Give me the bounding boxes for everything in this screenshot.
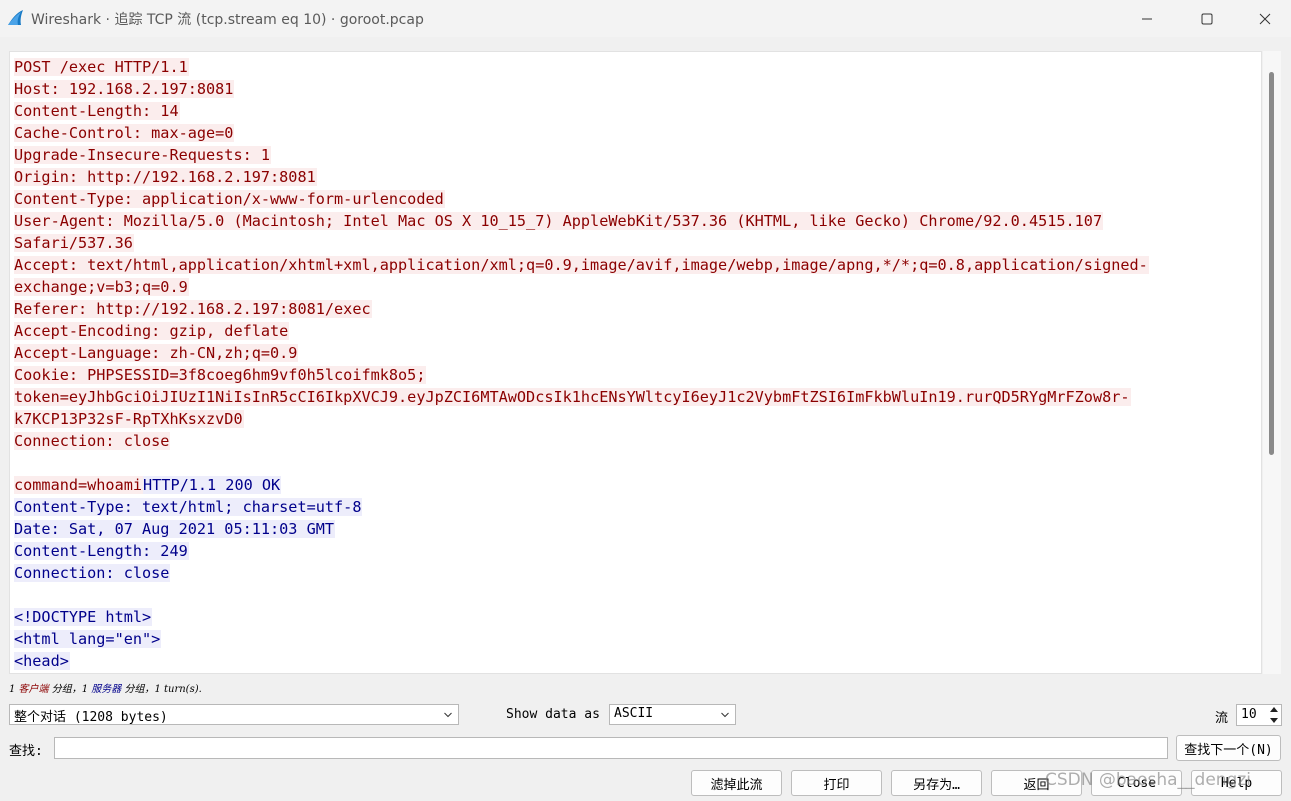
stream-summary: 1 客户端 分组，1 服务器 分组，1 turn(s). [9, 680, 202, 695]
stream-line: Upgrade-Insecure-Requests: 1 [14, 144, 1149, 166]
find-input[interactable] [54, 737, 1168, 759]
stream-line: <html lang="en"> [14, 628, 1149, 650]
minimize-icon [1142, 18, 1152, 19]
stream-line: POST /exec HTTP/1.1 [14, 56, 1149, 78]
stream-line: Accept: text/html,application/xhtml+xml,… [14, 254, 1149, 276]
conversation-select[interactable]: 整个对话 (1208 bytes) [9, 704, 459, 725]
stream-line: exchange;v=b3;q=0.9 [14, 276, 1149, 298]
stream-line: Host: 192.168.2.197:8081 [14, 78, 1149, 100]
server-data-segment: <head> [14, 652, 70, 670]
print-button[interactable]: 打印 [791, 770, 882, 796]
close-window-button[interactable] [1236, 0, 1291, 37]
show-data-label: Show data as [506, 707, 600, 722]
wireshark-fin-icon [8, 10, 23, 25]
find-next-button[interactable]: 查找下一个(N) [1176, 735, 1281, 761]
client-data-segment: Connection: close [14, 432, 171, 450]
client-data-segment: Content-Type: application/x-www-form-url… [14, 190, 445, 208]
client-data-segment: Upgrade-Insecure-Requests: 1 [14, 146, 272, 164]
client-data-segment: Safari/537.36 [14, 234, 134, 252]
title-bar: Wireshark · 追踪 TCP 流 (tcp.stream eq 10) … [0, 0, 1291, 37]
stream-line: Date: Sat, 07 Aug 2021 05:11:03 GMT [14, 518, 1149, 540]
stream-line: Content-Type: application/x-www-form-url… [14, 188, 1149, 210]
server-data-segment: Date: Sat, 07 Aug 2021 05:11:03 GMT [14, 520, 336, 538]
client-data-segment: token=eyJhbGciOiJIUzI1NiIsInR5cCI6IkpXVC… [14, 388, 1131, 406]
stream-line: Cookie: PHPSESSID=3f8coeg6hm9vf0h5lcoifm… [14, 364, 1149, 386]
client-data-segment: exchange;v=b3;q=0.9 [14, 278, 189, 296]
vertical-scrollbar[interactable] [1263, 51, 1281, 674]
stream-line: Accept-Language: zh-CN,zh;q=0.9 [14, 342, 1149, 364]
stream-text[interactable]: POST /exec HTTP/1.1 Host: 192.168.2.197:8… [14, 56, 1149, 673]
client-data-segment: Accept-Encoding: gzip, deflate [14, 322, 290, 340]
summary-text: 分组，1 turn(s). [121, 684, 202, 695]
stream-number-value: 10 [1241, 707, 1257, 722]
stream-line: Cache-Control: max-age=0 [14, 122, 1149, 144]
spin-down-icon[interactable] [1270, 718, 1278, 724]
server-data-segment: Content-Length: 249 [14, 542, 189, 560]
server-data-segment: <html lang="en"> [14, 630, 162, 648]
client-data-segment: Content-Length: 14 [14, 102, 180, 120]
close-button[interactable]: Close [1091, 770, 1182, 796]
client-data-segment: Origin: http://192.168.2.197:8081 [14, 168, 317, 186]
client-data-segment: k7KCP13P32sF-RpTXhKsxzvD0 [14, 410, 244, 428]
server-data-segment: Connection: close [14, 564, 171, 582]
find-label: 查找: [9, 744, 43, 759]
maximize-button[interactable] [1178, 0, 1236, 37]
server-data-segment: <!DOCTYPE html> [14, 608, 153, 626]
summary-text: 1 [9, 684, 19, 695]
stream-line: Referer: http://192.168.2.197:8081/exec [14, 298, 1149, 320]
filter-out-stream-button[interactable]: 滤掉此流 [691, 770, 782, 796]
client-data-segment: Host: 192.168.2.197:8081 [14, 80, 235, 98]
stream-line: User-Agent: Mozilla/5.0 (Macintosh; Inte… [14, 210, 1149, 232]
stream-line: <meta charset="UTF-8"> [14, 672, 1149, 673]
stream-line [14, 584, 1149, 606]
stream-line: Content-Length: 249 [14, 540, 1149, 562]
chevron-down-icon [721, 712, 729, 718]
stream-line: Accept-Encoding: gzip, deflate [14, 320, 1149, 342]
conversation-select-value: 整个对话 (1208 bytes) [14, 710, 168, 725]
client-data-segment: POST /exec HTTP/1.1 [14, 58, 189, 76]
stream-line: <head> [14, 650, 1149, 672]
stream-line: k7KCP13P32sF-RpTXhKsxzvD0 [14, 408, 1149, 430]
stream-line: token=eyJhbGciOiJIUzI1NiIsInR5cCI6IkpXVC… [14, 386, 1149, 408]
client-data-segment: Cache-Control: max-age=0 [14, 124, 235, 142]
stream-line: Connection: close [14, 430, 1149, 452]
client-data-segment: Accept: text/html,application/xhtml+xml,… [14, 256, 1149, 274]
show-data-select-value: ASCII [614, 706, 654, 721]
client-data-segment: Accept-Language: zh-CN,zh;q=0.9 [14, 344, 299, 362]
close-icon [1259, 13, 1271, 24]
summary-client-label: 客户端 [18, 684, 49, 695]
stream-line: <!DOCTYPE html> [14, 606, 1149, 628]
spin-up-icon[interactable] [1270, 706, 1278, 712]
show-data-select[interactable]: ASCII [609, 704, 736, 725]
window-title: Wireshark · 追踪 TCP 流 (tcp.stream eq 10) … [31, 12, 424, 28]
stream-line: command=whoamiHTTP/1.1 200 OK [14, 474, 1149, 496]
client-data-segment: Referer: http://192.168.2.197:8081/exec [14, 300, 372, 318]
minimize-button[interactable] [1118, 0, 1176, 37]
scrollbar-thumb[interactable] [1269, 72, 1274, 455]
stream-content-pane[interactable]: POST /exec HTTP/1.1 Host: 192.168.2.197:8… [9, 51, 1262, 674]
back-button[interactable]: 返回 [991, 770, 1082, 796]
client-data-segment: Cookie: PHPSESSID=3f8coeg6hm9vf0h5lcoifm… [14, 366, 427, 384]
client-data-segment: command=whoami [14, 476, 144, 494]
stream-line: Safari/537.36 [14, 232, 1149, 254]
stream-number-stepper[interactable]: 10 [1236, 704, 1282, 726]
stream-line: Origin: http://192.168.2.197:8081 [14, 166, 1149, 188]
summary-text: 分组，1 [48, 684, 92, 695]
stream-number-label: 流 [1215, 711, 1229, 726]
server-data-segment: HTTP/1.1 200 OK [143, 476, 282, 494]
server-data-segment: Content-Type: text/html; charset=utf-8 [14, 498, 363, 516]
client-data-segment: User-Agent: Mozilla/5.0 (Macintosh; Inte… [14, 212, 1104, 230]
stream-line: Content-Type: text/html; charset=utf-8 [14, 496, 1149, 518]
stream-line: Content-Length: 14 [14, 100, 1149, 122]
maximize-icon [1201, 13, 1213, 24]
save-as-button[interactable]: 另存为… [891, 770, 982, 796]
stream-line [14, 452, 1149, 474]
chevron-down-icon [444, 712, 452, 718]
summary-server-label: 服务器 [91, 684, 122, 695]
stream-line: Connection: close [14, 562, 1149, 584]
help-button[interactable]: Help [1191, 770, 1282, 796]
